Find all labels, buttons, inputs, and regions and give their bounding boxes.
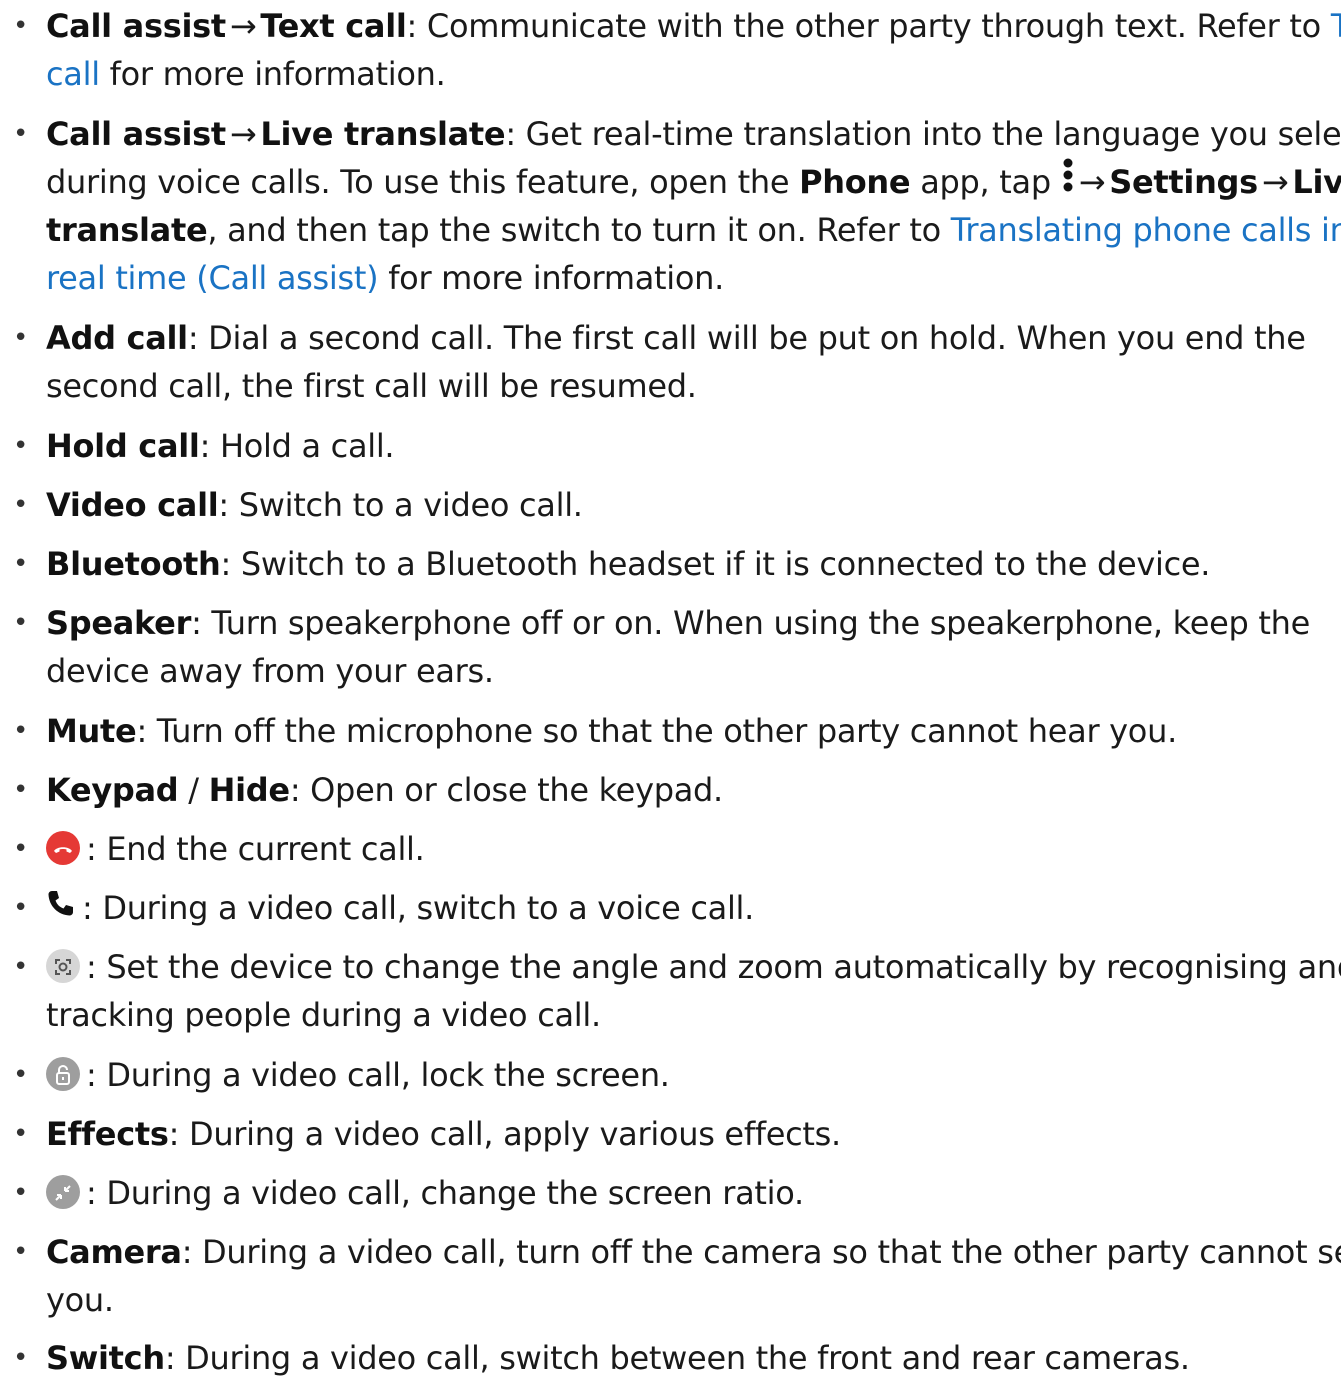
voice-call-icon <box>46 883 76 931</box>
end-call-icon <box>46 831 80 865</box>
menu-term: Text call <box>260 7 407 45</box>
bullet: • <box>13 323 29 353</box>
bullet: • <box>13 119 29 149</box>
bullet: • <box>13 549 29 579</box>
bullet: • <box>13 608 29 638</box>
menu-term: Video call <box>46 486 219 524</box>
description: for more information. <box>378 259 724 297</box>
description: : During a video call, change the screen… <box>86 1174 804 1212</box>
description: , and then tap the switch to turn it on.… <box>207 211 951 249</box>
arrow: → <box>229 7 257 45</box>
menu-term: Add call <box>46 319 188 357</box>
bullet: • <box>13 1060 29 1090</box>
bullet: • <box>13 893 29 923</box>
bullet: • <box>13 490 29 520</box>
menu-term: Call assist <box>46 115 226 153</box>
description: : Turn off the microphone so that the ot… <box>136 712 1177 750</box>
arrow: → <box>229 115 257 153</box>
description: : Open or close the keypad. <box>289 771 723 809</box>
bullet: • <box>13 1343 29 1373</box>
description: : During a video call, apply various eff… <box>168 1115 842 1153</box>
text-call-link[interactable]: Text <box>1331 7 1341 45</box>
menu-term: Hide <box>208 771 290 809</box>
description: : Hold a call. <box>199 427 395 465</box>
description: : Switch to a Bluetooth headset if it is… <box>220 545 1211 583</box>
menu-term: Effects <box>46 1115 169 1153</box>
menu-term: Switch <box>46 1339 165 1377</box>
translating-calls-link[interactable]: real time (Call assist) <box>46 259 379 297</box>
menu-term: Camera <box>46 1233 182 1271</box>
description: tracking people during a video call. <box>46 996 601 1034</box>
menu-term: Mute <box>46 712 137 750</box>
menu-term: Phone <box>799 163 911 201</box>
bullet: • <box>13 1119 29 1149</box>
menu-term: Call assist <box>46 7 226 45</box>
description: : Communicate with the other party throu… <box>406 7 1331 45</box>
menu-term: Live <box>1292 163 1341 201</box>
bullet: • <box>13 11 29 41</box>
more-options-icon <box>1061 157 1075 206</box>
description: you. <box>46 1281 114 1319</box>
description: app, tap <box>910 163 1061 201</box>
bullet: • <box>13 775 29 805</box>
auto-framing-icon <box>46 949 80 983</box>
bullet: • <box>13 952 29 982</box>
menu-term: Settings <box>1109 163 1258 201</box>
screen-ratio-icon <box>46 1175 80 1209</box>
menu-term: translate <box>46 211 208 249</box>
description: device away from your ears. <box>46 652 494 690</box>
bullet: • <box>13 716 29 746</box>
menu-term: Bluetooth <box>46 545 221 583</box>
separator: / <box>178 771 209 809</box>
translating-calls-link[interactable]: Translating phone calls in <box>951 211 1341 249</box>
description: : During a video call, switch between th… <box>164 1339 1190 1377</box>
arrow: → <box>1261 163 1289 201</box>
description: : Dial a second call. The first call wil… <box>187 319 1306 357</box>
arrow: → <box>1078 163 1106 201</box>
bullet: • <box>13 431 29 461</box>
bullet: • <box>13 1237 29 1267</box>
description: : End the current call. <box>86 830 425 868</box>
description: second call, the first call will be resu… <box>46 367 697 405</box>
description: during voice calls. To use this feature,… <box>46 163 800 201</box>
bullet: • <box>13 1178 29 1208</box>
description: : During a video call, turn off the came… <box>181 1233 1341 1271</box>
description: : Switch to a video call. <box>218 486 583 524</box>
menu-term: Live translate <box>260 115 506 153</box>
description: for more information. <box>99 55 446 93</box>
menu-term: Speaker <box>46 604 192 642</box>
description: : Set the device to change the angle and… <box>86 948 1341 986</box>
text-call-link[interactable]: call <box>46 55 100 93</box>
description: : During a video call, switch to a voice… <box>82 889 754 927</box>
description: : Get real-time translation into the lan… <box>505 115 1341 153</box>
description: : Turn speakerphone off or on. When usin… <box>191 604 1310 642</box>
lock-screen-icon <box>46 1057 80 1091</box>
description: : During a video call, lock the screen. <box>86 1056 670 1094</box>
menu-term: Keypad <box>46 771 179 809</box>
bullet: • <box>13 834 29 864</box>
menu-term: Hold call <box>46 427 200 465</box>
